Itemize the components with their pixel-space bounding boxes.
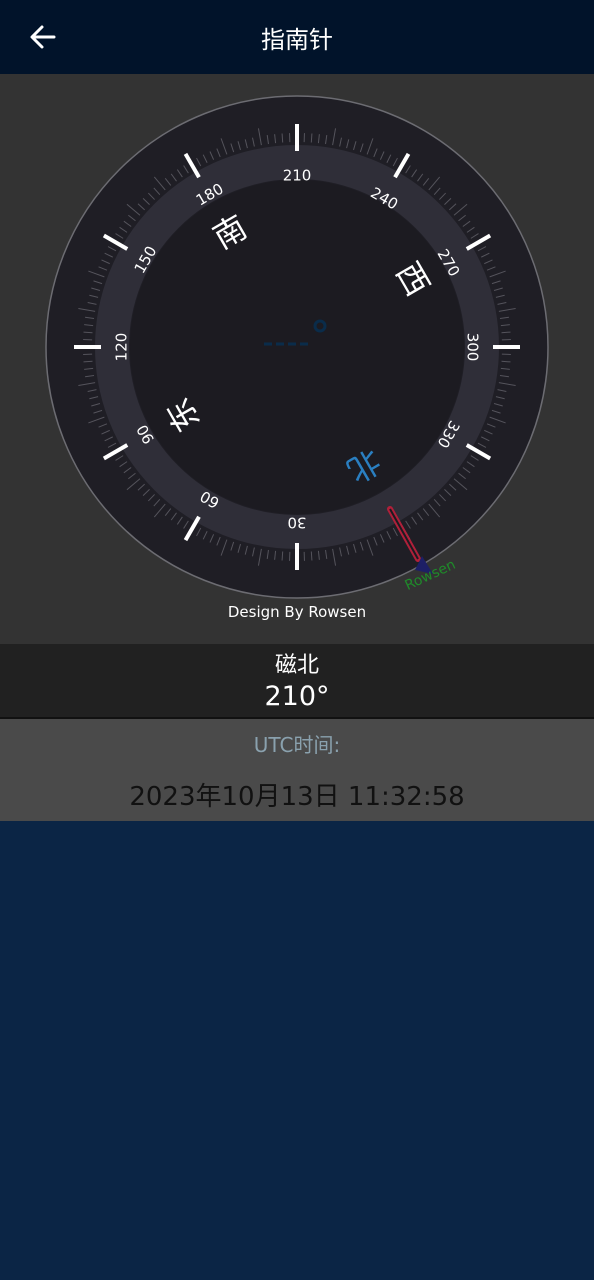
minor-tick [310,551,313,561]
page-title: 指南针 [261,25,333,54]
minor-tick [501,331,511,334]
utc-panel: UTC时间: 2023年10月13日 11:32:58 [0,719,594,821]
utc-time-value: 2023年10月13日 11:32:58 [129,782,465,812]
minor-tick [281,133,284,143]
degree-label-120: 120 [113,333,131,362]
degree-label-30: 30 [287,514,306,532]
compass-view: 210 240 270 300 330 30 60 90 120 150 180… [0,74,594,644]
compass-dial: 210 240 270 300 330 30 60 90 120 150 180… [45,95,549,599]
minor-tick [310,133,313,143]
heading-panel: 磁北 210° [0,644,594,719]
design-credit: Design By Rowsen [227,603,367,621]
minor-tick [83,331,93,334]
degree-label-300: 300 [464,333,482,362]
heading-value: 210° [264,681,330,712]
degree-label-210: 210 [283,167,312,185]
minor-tick [501,360,511,363]
utc-label: UTC时间: [253,733,341,757]
empty-content-area [0,821,594,1280]
minor-tick [281,551,284,561]
heading-label: 磁北 [274,653,319,678]
minor-tick [83,360,93,363]
compass-inner-face [130,180,464,514]
app-bar: 指南针 [0,0,594,74]
